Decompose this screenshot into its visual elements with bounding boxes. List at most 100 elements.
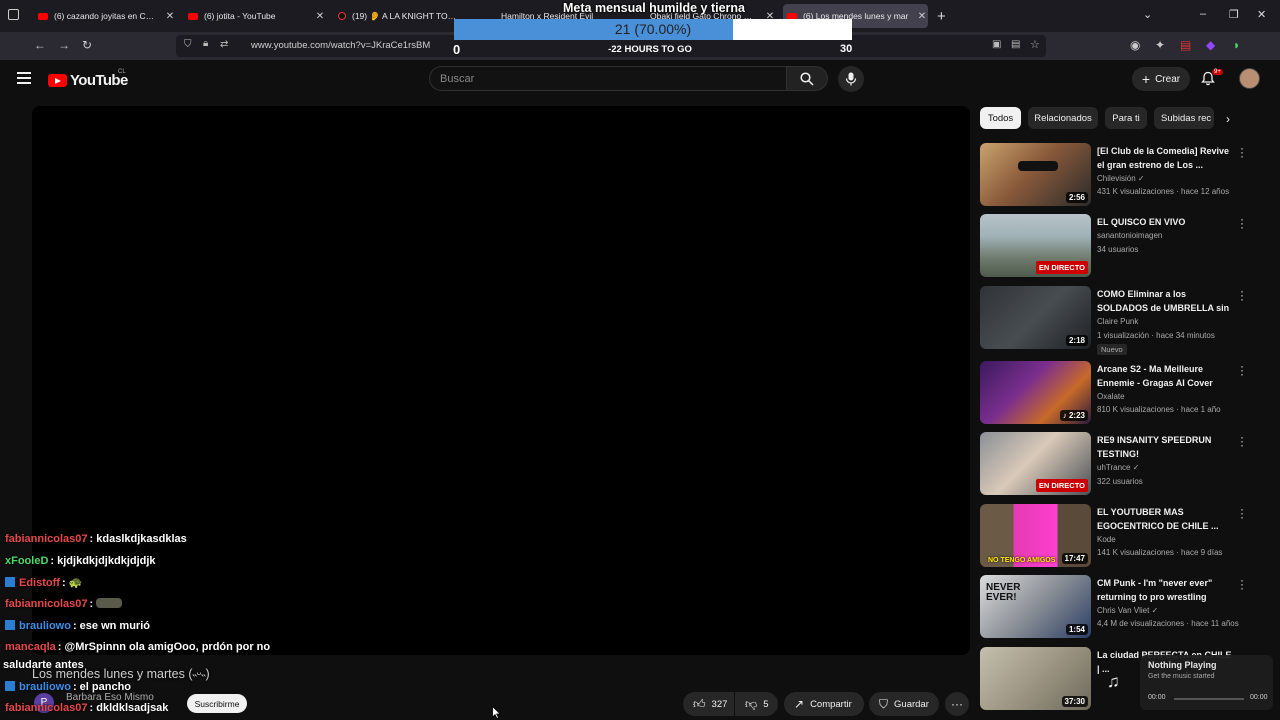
channel-name[interactable]: uhTrance <box>1097 463 1131 472</box>
close-tab-icon[interactable]: ✕ <box>916 11 928 22</box>
channel-name-row[interactable]: Chilevisión ✓ <box>1097 174 1145 183</box>
more-options-icon[interactable]: · · · <box>1239 574 1245 594</box>
more-options-icon[interactable]: · · · <box>1239 360 1245 380</box>
chat-message: mancaqla: @MrSpinnn ola amigOoo, prdón p… <box>5 641 270 653</box>
close-window-icon[interactable]: ✕ <box>1257 8 1266 21</box>
recommended-video[interactable]: 2:18 COMO Eliminar a los SOLDADOS de UMB… <box>980 285 1250 355</box>
extension-audio-icon[interactable]: ◗ <box>1233 38 1240 52</box>
voice-search-button[interactable] <box>838 66 864 92</box>
chip-para-ti[interactable]: Para ti <box>1105 107 1147 129</box>
channel-name[interactable]: Oxalate <box>1097 392 1125 401</box>
channel-name[interactable]: Claire Punk <box>1097 317 1138 326</box>
lock-icon[interactable]: 🔒︎ <box>203 38 208 49</box>
tiktok-icon <box>338 12 346 20</box>
permissions-icon[interactable]: ⇄ <box>220 39 228 50</box>
browser-tab[interactable]: (6) jotita - YouTube ✕ <box>184 4 326 28</box>
now-playing-progress[interactable] <box>1174 698 1244 700</box>
channel-name[interactable]: Chris Van Vliet <box>1097 606 1149 615</box>
recommended-video[interactable]: ♪ 2:23 Arcane S2 - Ma Meilleure Ennemie … <box>980 360 1250 427</box>
chevron-right-icon[interactable]: › <box>1226 112 1230 126</box>
extension-twitch-icon[interactable]: ◆ <box>1206 38 1215 52</box>
dislike-button[interactable]: 👎︎ 5 <box>735 692 778 716</box>
chip-todos[interactable]: Todos <box>980 107 1021 129</box>
reload-icon[interactable]: ↻ <box>82 38 92 52</box>
forward-icon[interactable]: → <box>58 38 70 52</box>
video-title[interactable]: [El Club de la Comedia] Revive el gran e… <box>1097 144 1235 172</box>
subscribe-button[interactable]: Suscribirme <box>187 694 247 713</box>
hamburger-menu-icon[interactable] <box>17 72 31 87</box>
maximize-icon[interactable]: ❐ <box>1229 8 1239 21</box>
video-title[interactable]: EL QUISCO EN VIVO <box>1097 215 1235 229</box>
recommended-video[interactable]: 2:56 [El Club de la Comedia] Revive el g… <box>980 142 1250 209</box>
video-title[interactable]: Arcane S2 - Ma Meilleure Ennemie - Graga… <box>1097 362 1235 390</box>
like-button[interactable]: 👍︎ 327 <box>683 692 734 716</box>
now-playing-time-start: 00:00 <box>1148 694 1166 701</box>
close-tab-icon[interactable]: ✕ <box>164 11 176 22</box>
extension-badge-icon[interactable]: ▤ <box>1180 38 1191 52</box>
video-title[interactable]: CM Punk - I'm "never ever" returning to … <box>1097 576 1235 604</box>
share-button[interactable]: ↗ Compartir <box>784 692 864 716</box>
video-thumbnail[interactable]: NO TENGO AMIGOS 17:47 <box>980 504 1091 567</box>
channel-name[interactable]: sanantonioimagen <box>1097 231 1162 240</box>
recommended-video[interactable]: NO TENGO AMIGOS 17:47 EL YOUTUBER MAS EG… <box>980 503 1250 570</box>
url-text[interactable]: www.youtube.com/watch?v=JKraCe1rsBM <box>251 40 430 51</box>
more-options-icon[interactable]: · · · <box>1239 285 1245 305</box>
chat-username: fabiannicolas07 <box>5 598 88 610</box>
tab-title: (6) jotita - YouTube <box>204 11 276 21</box>
browser-tab[interactable]: (6) cazando joyitas en Coquimb ✕ <box>34 4 176 28</box>
video-thumbnail[interactable]: 2:56 <box>980 143 1091 206</box>
page-action-icon[interactable]: ▣ <box>992 39 1001 50</box>
chip-relacionados[interactable]: Relacionados <box>1028 107 1098 129</box>
back-icon[interactable]: ← <box>34 38 46 52</box>
notification-count-badge: 9+ <box>1212 69 1223 75</box>
chat-message: xFooleD: kjdjkdkjdjkdkjdjdjk <box>5 555 156 567</box>
create-label: Crear <box>1155 73 1181 85</box>
video-thumbnail[interactable]: ♪ 2:23 <box>980 361 1091 424</box>
account-icon[interactable]: ◉ <box>1130 38 1140 52</box>
extensions-icon[interactable]: ✦ <box>1155 38 1165 52</box>
chat-message: fabiannicolas07: dkldklsadjsak <box>5 702 168 714</box>
video-thumbnail[interactable]: NEVER EVER! 1:54 <box>980 575 1091 638</box>
video-thumbnail[interactable]: 2:18 <box>980 286 1091 349</box>
goal-count: 21 (70.00%) <box>614 21 692 37</box>
more-options-icon[interactable]: · · · <box>1239 503 1245 523</box>
search-input[interactable] <box>430 67 787 90</box>
channel-name-row[interactable]: Chris Van Vliet ✓ <box>1097 606 1158 615</box>
music-note-icon: ♫ <box>1107 672 1120 691</box>
youtube-logo[interactable]: YouTube CL <box>48 69 128 89</box>
reader-view-icon[interactable]: ▤ <box>1011 39 1020 50</box>
tab-overview-icon[interactable] <box>8 9 19 20</box>
new-tab-button[interactable]: + <box>937 8 946 25</box>
more-actions-button[interactable]: ··· <box>945 692 969 716</box>
video-thumbnail[interactable]: 37:30 <box>980 647 1091 710</box>
more-options-icon[interactable]: · · · <box>1239 431 1245 451</box>
more-options-icon[interactable]: · · · <box>1239 213 1245 233</box>
save-button[interactable]: ⛉ Guardar <box>869 692 939 716</box>
bookmark-icon: ⛉ <box>879 696 889 711</box>
search-button[interactable] <box>786 66 828 91</box>
video-title[interactable]: RE9 INSANITY SPEEDRUN TESTING! <box>1097 433 1235 461</box>
user-avatar[interactable] <box>1239 68 1260 89</box>
close-tab-icon[interactable]: ✕ <box>314 11 326 22</box>
chip-subidas-recientes[interactable]: Subidas rec <box>1154 107 1214 129</box>
minimize-icon[interactable]: – <box>1200 8 1206 20</box>
create-button[interactable]: + Crear <box>1132 67 1190 91</box>
video-meta: 4,4 M de visualizaciones · hace 11 años <box>1097 619 1239 628</box>
channel-name[interactable]: Chilevisión <box>1097 174 1136 183</box>
more-options-icon[interactable]: · · · <box>1239 142 1245 162</box>
bookmark-star-icon[interactable]: ☆ <box>1030 38 1040 51</box>
video-title[interactable]: EL YOUTUBER MAS EGOCENTRICO DE CHILE ... <box>1097 505 1235 533</box>
recommended-video[interactable]: NEVER EVER! 1:54 CM Punk - I'm "never ev… <box>980 574 1250 641</box>
video-title[interactable]: COMO Eliminar a los SOLDADOS de UMBRELLA… <box>1097 287 1235 315</box>
tab-list-icon[interactable]: ⌄ <box>1143 8 1152 21</box>
video-player[interactable] <box>32 106 970 655</box>
shield-icon[interactable]: ⛉ <box>184 39 192 50</box>
channel-name-row[interactable]: uhTrance ✓ <box>1097 463 1139 472</box>
recommended-video[interactable]: EN DIRECTO RE9 INSANITY SPEEDRUN TESTING… <box>980 431 1250 498</box>
channel-name[interactable]: Kode <box>1097 535 1116 544</box>
country-code: CL <box>118 69 126 75</box>
browser-tab[interactable]: (19) 👂 A LA KNIGHT TODO LE <box>334 4 459 28</box>
video-thumbnail[interactable]: EN DIRECTO <box>980 432 1091 495</box>
recommended-video[interactable]: EN DIRECTO EL QUISCO EN VIVO sanantonioi… <box>980 213 1250 280</box>
video-thumbnail[interactable]: EN DIRECTO <box>980 214 1091 277</box>
